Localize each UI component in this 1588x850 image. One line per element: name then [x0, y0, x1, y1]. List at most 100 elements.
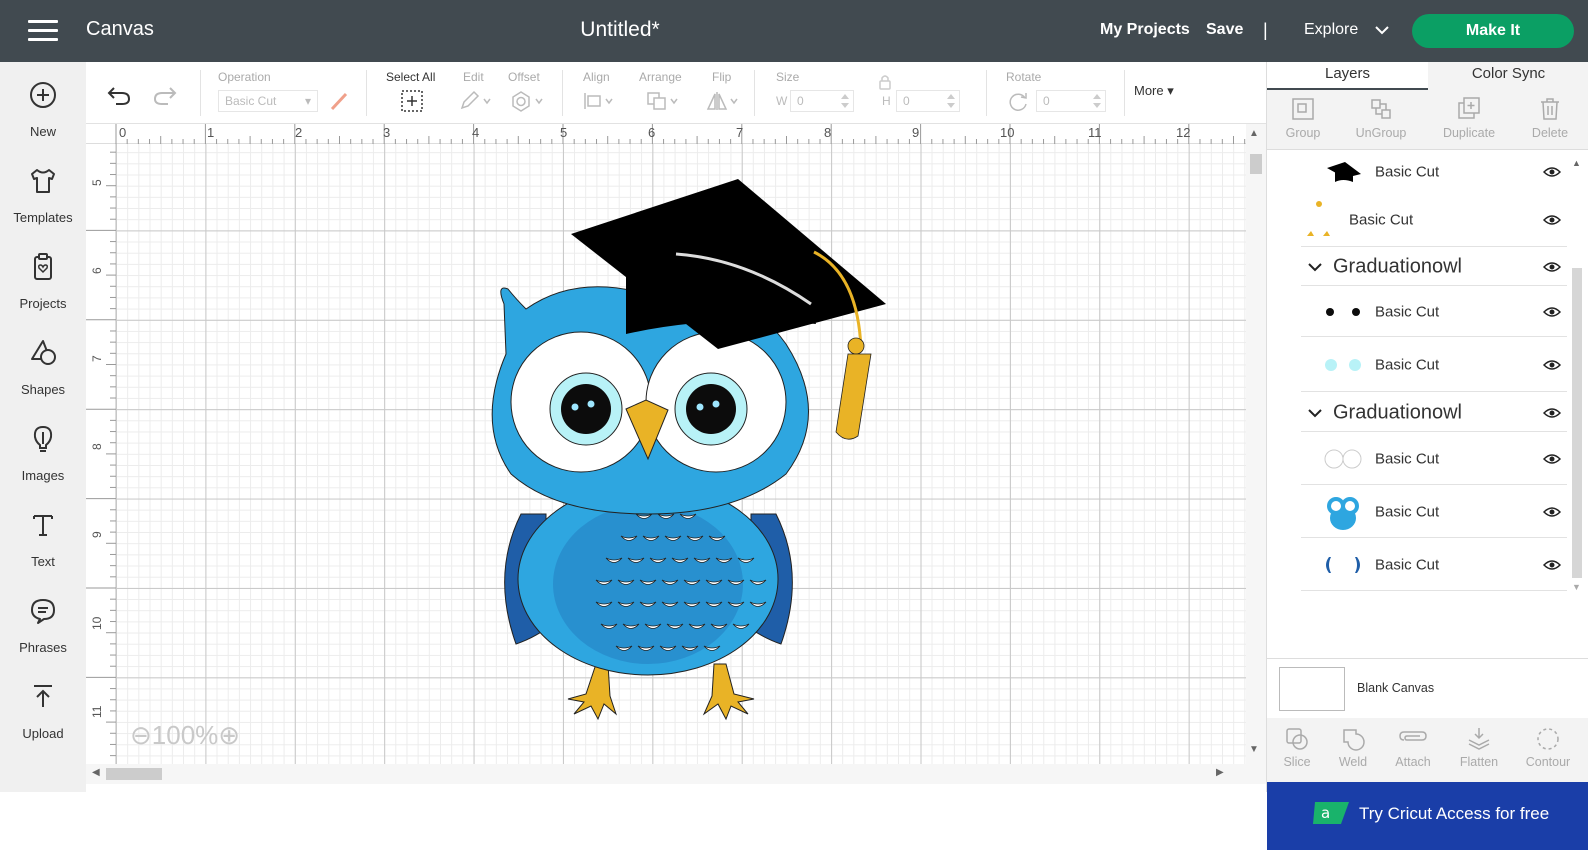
offset-icon[interactable]: [510, 90, 546, 112]
width-stepper-icon[interactable]: [840, 92, 850, 110]
tab-layers[interactable]: Layers: [1267, 62, 1428, 90]
scroll-thumb[interactable]: [106, 768, 162, 780]
make-it-button[interactable]: Make It: [1412, 14, 1574, 48]
scroll-down-icon[interactable]: ▼: [1249, 744, 1259, 755]
chevron-down-icon[interactable]: [1307, 261, 1323, 273]
layer-name: Basic Cut: [1375, 450, 1440, 467]
weld-icon: [1343, 729, 1365, 751]
ruler-label: 7: [736, 125, 744, 140]
layers-scrollbar[interactable]: ▲ ▼: [1569, 158, 1585, 658]
eye-icon[interactable]: [1543, 306, 1561, 318]
plus-circle-icon: [30, 82, 56, 108]
eye-icon[interactable]: [1543, 407, 1561, 419]
layer-row[interactable]: Basic Cut: [1301, 287, 1567, 337]
scroll-up-icon[interactable]: ▲: [1249, 128, 1259, 139]
edit-pencil-icon[interactable]: [458, 90, 494, 112]
explore-dropdown[interactable]: Explore: [1304, 21, 1358, 39]
eye-icon[interactable]: [1543, 453, 1561, 465]
sidebar-item-new[interactable]: New: [0, 76, 86, 156]
rotate-icon[interactable]: [1006, 90, 1030, 112]
layer-row[interactable]: Basic Cut: [1301, 193, 1567, 247]
scroll-down-icon[interactable]: ▼: [1572, 582, 1581, 592]
flip-icon[interactable]: [706, 90, 742, 112]
edit-label: Edit: [463, 70, 484, 84]
scroll-thumb[interactable]: [1250, 154, 1262, 174]
layer-row[interactable]: Basic Cut: [1301, 151, 1567, 193]
scroll-right-icon[interactable]: ▶: [1216, 767, 1224, 778]
sidebar-item-projects[interactable]: Projects: [0, 248, 86, 328]
duplicate-button[interactable]: Duplicate: [1437, 96, 1501, 140]
design-canvas[interactable]: 0 1 2 3 4 5 6 7 8 9 10 11 12 5 6 7 8 9 1…: [86, 124, 1266, 792]
flatten-label: Flatten: [1459, 755, 1499, 769]
layer-group-row[interactable]: Graduationowl: [1301, 248, 1567, 286]
scroll-left-icon[interactable]: ◀: [92, 767, 100, 778]
save-link[interactable]: Save: [1206, 21, 1243, 39]
rotate-value: 0: [1043, 94, 1050, 108]
layer-row[interactable]: Basic Cut: [1301, 338, 1567, 392]
my-projects-link[interactable]: My Projects: [1100, 21, 1190, 39]
panel-tabs: Layers Color Sync: [1267, 62, 1588, 90]
height-stepper-icon[interactable]: [946, 92, 956, 110]
left-sidebar: New Templates Projects Shapes Images Tex…: [0, 62, 86, 792]
sidebar-item-shapes[interactable]: Shapes: [0, 334, 86, 414]
operation-select[interactable]: Basic Cut ▾: [218, 90, 318, 112]
weld-button[interactable]: Weld: [1333, 726, 1373, 769]
ruler-label: 8: [824, 125, 832, 140]
sidebar-item-upload[interactable]: Upload: [0, 678, 86, 758]
zoom-in-icon[interactable]: ⊕: [218, 720, 240, 750]
contour-button[interactable]: Contour: [1521, 726, 1575, 769]
zoom-out-icon[interactable]: ⊖: [130, 720, 152, 750]
vertical-ruler: [86, 144, 116, 784]
redo-icon[interactable]: [152, 82, 178, 106]
blank-canvas-swatch[interactable]: [1279, 667, 1345, 711]
eye-icon[interactable]: [1543, 261, 1561, 273]
arrange-icon[interactable]: [646, 90, 682, 112]
sidebar-item-label: Shapes: [20, 382, 66, 397]
rotate-stepper-icon[interactable]: [1092, 92, 1102, 110]
select-all-icon[interactable]: [400, 89, 424, 113]
layer-thumbnail: [1326, 556, 1360, 573]
linetype-color-icon[interactable]: [328, 90, 350, 112]
layer-row[interactable]: Basic Cut: [1301, 539, 1567, 591]
align-icon[interactable]: [582, 90, 618, 112]
undo-icon[interactable]: [106, 82, 132, 106]
canvas-horizontal-scrollbar[interactable]: ◀ ▶: [86, 764, 1246, 784]
header-separator: |: [1263, 20, 1268, 40]
eye-icon[interactable]: [1543, 559, 1561, 571]
chevron-down-icon[interactable]: [1307, 407, 1323, 419]
lock-icon[interactable]: [878, 74, 892, 90]
eye-icon[interactable]: [1543, 166, 1561, 178]
layer-row[interactable]: Basic Cut: [1301, 433, 1567, 485]
tab-color-sync[interactable]: Color Sync: [1428, 62, 1588, 90]
chevron-down-icon[interactable]: [1374, 24, 1390, 36]
canvas-vertical-scrollbar[interactable]: ▲ ▼: [1246, 124, 1266, 784]
document-title[interactable]: Untitled*: [0, 18, 1240, 42]
more-button[interactable]: More ▾: [1134, 83, 1174, 99]
layer-row[interactable]: Basic Cut: [1301, 486, 1567, 538]
sidebar-item-phrases[interactable]: Phrases: [0, 592, 86, 672]
caret-down-icon: ▾: [1167, 83, 1174, 98]
ungroup-button[interactable]: UnGroup: [1351, 96, 1411, 140]
blank-canvas-row[interactable]: Blank Canvas: [1267, 658, 1588, 718]
sidebar-item-images[interactable]: Images: [0, 420, 86, 500]
layer-thumbnail: [1326, 307, 1360, 316]
layer-name: Basic Cut: [1349, 211, 1414, 228]
bottom-tools: Slice Weld Attach Flatten Contour: [1267, 718, 1588, 782]
cricut-access-banner[interactable]: a Try Cricut Access for free: [1267, 782, 1588, 850]
scroll-up-icon[interactable]: ▲: [1572, 158, 1581, 168]
group-button[interactable]: Group: [1281, 96, 1325, 140]
delete-button[interactable]: Delete: [1527, 96, 1573, 140]
eye-icon[interactable]: [1543, 359, 1561, 371]
sidebar-item-text[interactable]: Text: [0, 506, 86, 586]
scroll-thumb[interactable]: [1572, 268, 1582, 578]
rotate-label: Rotate: [1006, 70, 1042, 84]
graduation-owl-image[interactable]: [486, 174, 906, 724]
sidebar-item-templates[interactable]: Templates: [0, 162, 86, 242]
eye-icon[interactable]: [1543, 214, 1561, 226]
right-panel: Layers Color Sync Group UnGroup Duplicat…: [1266, 62, 1588, 850]
flatten-button[interactable]: Flatten: [1455, 726, 1503, 769]
eye-icon[interactable]: [1543, 506, 1561, 518]
layer-group-row[interactable]: Graduationowl: [1301, 394, 1567, 432]
attach-button[interactable]: Attach: [1389, 726, 1437, 769]
slice-button[interactable]: Slice: [1277, 726, 1317, 769]
